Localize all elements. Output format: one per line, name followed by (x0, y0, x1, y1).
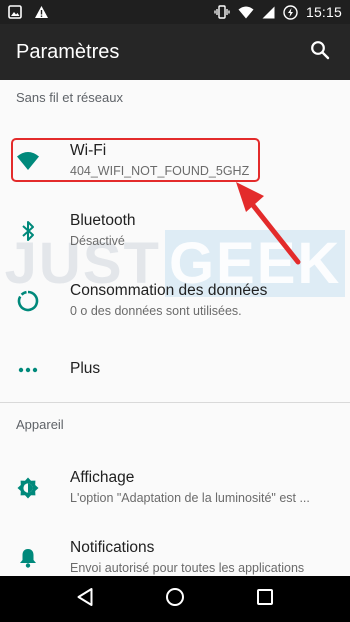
recents-button[interactable] (245, 579, 285, 619)
cell-signal-icon (262, 6, 275, 19)
brightness-icon (16, 476, 40, 500)
settings-item-display[interactable]: Affichage L'option "Adaptation de la lum… (0, 463, 350, 513)
bluetooth-subtitle: Désactivé (70, 234, 125, 248)
gallery-icon (8, 5, 22, 19)
search-icon (310, 40, 330, 65)
display-title: Affichage (70, 469, 135, 486)
warning-icon (34, 5, 49, 19)
recents-icon (256, 588, 274, 611)
back-icon (76, 587, 94, 612)
vibrate-icon (214, 5, 230, 19)
battery-charging-icon (283, 4, 298, 20)
more-title: Plus (70, 360, 101, 377)
bluetooth-title: Bluetooth (70, 212, 136, 229)
settings-item-bluetooth[interactable]: Bluetooth Désactivé (0, 206, 350, 256)
bell-icon (16, 546, 40, 570)
status-time: 15:15 (305, 4, 342, 20)
search-button[interactable] (306, 38, 334, 66)
display-subtitle: L'option "Adaptation de la luminosité" e… (70, 491, 310, 505)
section-divider (0, 402, 350, 403)
settings-item-notifications[interactable]: Notifications Envoi autorisé pour toutes… (0, 533, 350, 576)
notifications-title: Notifications (70, 539, 155, 556)
status-left (8, 5, 49, 19)
settings-item-more[interactable]: Plus (0, 350, 350, 390)
wifi-signal-icon (238, 6, 254, 19)
section-header-wireless: Sans fil et réseaux (16, 90, 123, 105)
highlight-box (11, 138, 260, 182)
settings-item-data-usage[interactable]: Consommation des données 0 o des données… (0, 276, 350, 326)
nav-bar (0, 576, 350, 622)
more-icon (16, 358, 40, 382)
data-usage-subtitle: 0 o des données sont utilisées. (70, 304, 242, 318)
status-right: 15:15 (214, 4, 342, 20)
data-usage-icon (16, 289, 40, 313)
data-usage-title: Consommation des données (70, 282, 268, 299)
section-header-device: Appareil (16, 417, 64, 432)
settings-list: JUST GEEK Sans fil et réseaux Wi-Fi 404_W… (0, 80, 350, 576)
home-button[interactable] (155, 579, 195, 619)
home-icon (165, 587, 185, 612)
status-bar: 15:15 (0, 0, 350, 24)
back-button[interactable] (65, 579, 105, 619)
bluetooth-icon (16, 219, 40, 243)
notifications-subtitle: Envoi autorisé pour toutes les applicati… (70, 561, 305, 575)
app-bar: Paramètres (0, 24, 350, 80)
page-title: Paramètres (16, 40, 120, 63)
